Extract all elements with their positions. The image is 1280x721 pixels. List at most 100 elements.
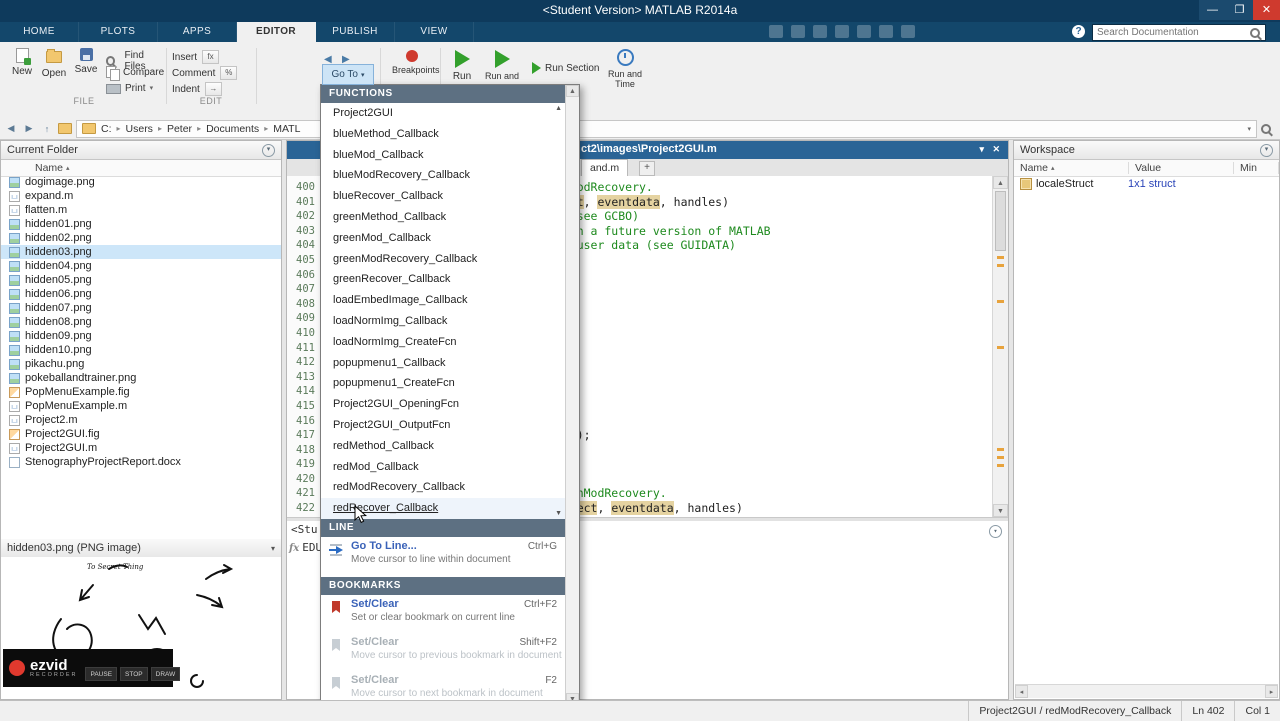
run-section-button[interactable]: Run Section bbox=[532, 62, 599, 74]
workspace-row[interactable]: localeStruct 1x1 struct bbox=[1014, 177, 1279, 191]
hscroll-right-icon[interactable]: ▸ bbox=[1265, 685, 1278, 698]
breadcrumb-segment[interactable]: Peter bbox=[167, 123, 192, 135]
recorder-button-pause[interactable]: PAUSE bbox=[85, 667, 118, 681]
insert-fx-icon[interactable]: fx bbox=[202, 50, 220, 64]
goto-menu-function-item[interactable]: popupmenu1_Callback bbox=[321, 353, 565, 374]
ribbon-tab-plots[interactable]: PLOTS bbox=[79, 22, 158, 42]
breadcrumb-segment[interactable]: MATL bbox=[273, 123, 300, 135]
scroll-down-icon[interactable]: ▼ bbox=[993, 504, 1008, 517]
file-row[interactable]: hidden09.png bbox=[1, 329, 281, 343]
code-marker[interactable] bbox=[997, 448, 1004, 451]
forward-icon[interactable]: ▶ bbox=[22, 123, 36, 134]
goto-menu-function-item[interactable]: blueMethod_Callback bbox=[321, 124, 565, 145]
goto-menu-function-item[interactable]: greenRecover_Callback bbox=[321, 269, 565, 290]
indent-button[interactable]: Indent → bbox=[172, 82, 222, 96]
breakpoints-button[interactable]: Breakpoints bbox=[392, 48, 440, 75]
bookmark-menu-item[interactable]: Set/Clear Shift+F2 Move cursor to previo… bbox=[321, 633, 565, 671]
file-row[interactable]: hidden08.png bbox=[1, 315, 281, 329]
file-row[interactable]: flatten.m bbox=[1, 203, 281, 217]
file-row[interactable]: pikachu.png bbox=[1, 357, 281, 371]
menu-scrollbar[interactable]: ▲ ▼ bbox=[565, 85, 579, 705]
hscroll-left-icon[interactable]: ◂ bbox=[1015, 685, 1028, 698]
goto-menu-function-item[interactable]: greenMod_Callback bbox=[321, 228, 565, 249]
editor-scrollbar-thumb[interactable] bbox=[995, 191, 1006, 251]
code-marker[interactable] bbox=[997, 300, 1004, 303]
cut-icon[interactable] bbox=[791, 25, 805, 38]
editor-close-icon[interactable]: ✕ bbox=[992, 144, 1000, 155]
goto-menu-function-item[interactable]: Project2GUI_OpeningFcn bbox=[321, 394, 565, 415]
file-row[interactable]: hidden02.png bbox=[1, 231, 281, 245]
file-row[interactable]: PopMenuExample.m bbox=[1, 399, 281, 413]
breadcrumb-segment[interactable]: Documents bbox=[206, 123, 259, 135]
file-row[interactable]: expand.m bbox=[1, 189, 281, 203]
file-row[interactable]: hidden05.png bbox=[1, 273, 281, 287]
ribbon-tab-view[interactable]: VIEW bbox=[395, 22, 474, 42]
goto-menu-function-item[interactable]: loadEmbedImage_Callback bbox=[321, 290, 565, 311]
copy-icon[interactable] bbox=[813, 25, 827, 38]
goto-menu-function-item[interactable]: Project2GUI_OutputFcn bbox=[321, 415, 565, 436]
path-dropdown-icon[interactable]: ▾ bbox=[1247, 125, 1251, 133]
ribbon-tab-home[interactable]: HOME bbox=[0, 22, 79, 42]
preview-collapse-icon[interactable]: ▾ bbox=[271, 544, 275, 553]
recorder-button-stop[interactable]: STOP bbox=[120, 667, 148, 681]
minimize-button[interactable]: — bbox=[1199, 0, 1226, 20]
go-to-line-item[interactable]: Go To Line... Ctrl+G Move cursor to line… bbox=[321, 537, 565, 577]
preview-header[interactable]: hidden03.png (PNG image) ▾ bbox=[1, 539, 281, 558]
up-folder-icon[interactable]: ↑ bbox=[40, 124, 54, 134]
save-quick-icon[interactable] bbox=[769, 25, 783, 38]
search-documentation-input[interactable] bbox=[1093, 27, 1250, 38]
goto-menu-function-item[interactable]: blueModRecovery_Callback bbox=[321, 165, 565, 186]
file-row[interactable]: hidden01.png bbox=[1, 217, 281, 231]
file-row[interactable]: Project2GUI.m bbox=[1, 441, 281, 455]
file-row[interactable]: hidden07.png bbox=[1, 301, 281, 315]
file-row[interactable]: StenographyProjectReport.docx bbox=[1, 455, 281, 469]
run-and-time-button[interactable]: Run and Time bbox=[602, 48, 648, 89]
paste-icon[interactable] bbox=[835, 25, 849, 38]
panel-menu-icon[interactable]: ▾ bbox=[262, 143, 275, 157]
editor-menu-icon[interactable]: ▾ bbox=[979, 144, 984, 155]
goto-menu-function-item[interactable]: greenModRecovery_Callback bbox=[321, 249, 565, 270]
indent-arrow-icon[interactable]: → bbox=[204, 82, 222, 96]
file-row[interactable]: hidden06.png bbox=[1, 287, 281, 301]
code-marker[interactable] bbox=[997, 264, 1004, 267]
goto-menu-function-item[interactable]: loadNormImg_Callback bbox=[321, 311, 565, 332]
file-row[interactable]: hidden03.png bbox=[1, 245, 281, 259]
code-marker[interactable] bbox=[997, 346, 1004, 349]
goto-menu-function-item[interactable]: redMod_Callback bbox=[321, 457, 565, 478]
workspace-hscrollbar[interactable]: ◂ ▸ bbox=[1015, 684, 1278, 698]
goto-menu-function-item[interactable]: Project2GUI bbox=[321, 103, 565, 124]
breadcrumb-segment[interactable]: C: bbox=[101, 123, 112, 135]
file-row[interactable]: dogimage.png bbox=[1, 175, 281, 189]
code-marker[interactable] bbox=[997, 464, 1004, 467]
goto-menu-function-item[interactable]: blueMod_Callback bbox=[321, 145, 565, 166]
undo-icon[interactable] bbox=[857, 25, 871, 38]
browse-folder-icon[interactable] bbox=[58, 123, 72, 134]
open-button[interactable]: Open bbox=[38, 48, 70, 79]
go-to-button[interactable]: Go To ▾ bbox=[322, 64, 374, 85]
goto-menu-function-item[interactable]: greenMethod_Callback bbox=[321, 207, 565, 228]
run-and-advance-button[interactable]: Run and bbox=[482, 48, 522, 81]
function-list-scroll-down-icon[interactable]: ▼ bbox=[555, 510, 562, 517]
file-row[interactable]: Project2.m bbox=[1, 413, 281, 427]
comment-button[interactable]: Comment % bbox=[172, 66, 238, 80]
goto-menu-function-item[interactable]: redMethod_Callback bbox=[321, 436, 565, 457]
file-row[interactable]: hidden04.png bbox=[1, 259, 281, 273]
run-button[interactable]: Run bbox=[446, 48, 478, 82]
comment-percent-icon[interactable]: % bbox=[220, 66, 238, 80]
file-row[interactable]: pokeballandtrainer.png bbox=[1, 371, 281, 385]
ribbon-tab-publish[interactable]: PUBLISH bbox=[316, 22, 395, 42]
menu-scroll-up-icon[interactable]: ▲ bbox=[566, 85, 579, 97]
goto-menu-function-item[interactable]: popupmenu1_CreateFcn bbox=[321, 373, 565, 394]
switch-windows-icon[interactable] bbox=[901, 25, 915, 38]
compare-button[interactable]: Compare bbox=[106, 66, 164, 81]
workspace-column-name[interactable]: Name ▴ bbox=[1014, 162, 1129, 174]
code-marker[interactable] bbox=[997, 256, 1004, 259]
workspace-menu-icon[interactable]: ▾ bbox=[1260, 143, 1273, 157]
command-window-menu-icon[interactable]: ▾ bbox=[989, 525, 1002, 538]
path-field[interactable]: C: ▸ Users ▸ Peter ▸ Documents ▸ MATL ▾ bbox=[76, 119, 1257, 138]
editor-tab[interactable]: and.m bbox=[581, 159, 629, 176]
ribbon-tab-apps[interactable]: APPS bbox=[158, 22, 237, 42]
file-row[interactable]: PopMenuExample.fig bbox=[1, 385, 281, 399]
back-icon[interactable]: ◀ bbox=[4, 123, 18, 134]
restore-button[interactable]: ❐ bbox=[1226, 0, 1253, 20]
